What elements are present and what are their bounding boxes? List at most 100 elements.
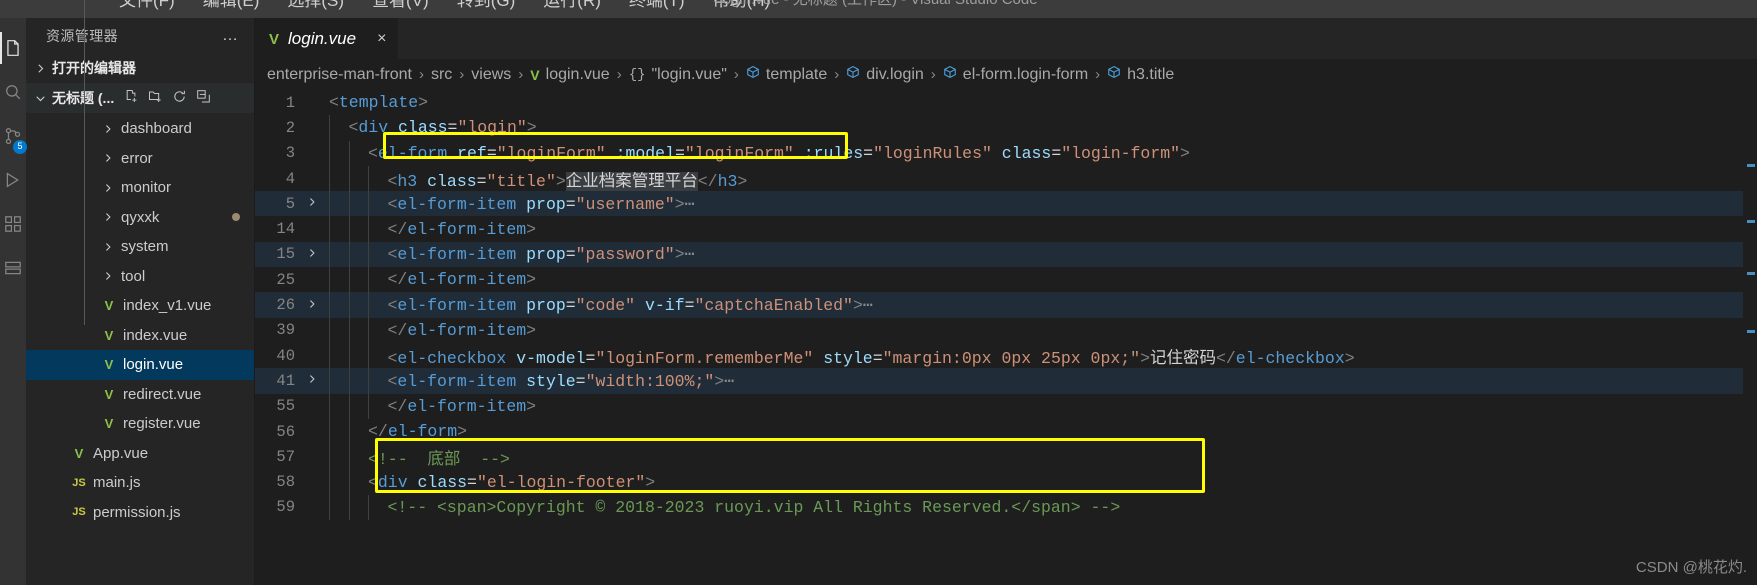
code-line[interactable]: 4 <h3 class="title">企业档案管理平台</h3>: [255, 165, 1743, 192]
activity-extensions[interactable]: [0, 202, 26, 246]
code-line[interactable]: 40 <el-checkbox v-model="loginForm.rememb…: [255, 342, 1743, 369]
tree-item[interactable]: Vredirect.vue: [26, 380, 254, 410]
menu-go[interactable]: 转到(G): [443, 0, 530, 9]
breadcrumb-item[interactable]: src: [431, 66, 452, 84]
code-token-punct: </: [387, 396, 408, 416]
editor-scrollbar[interactable]: [1743, 90, 1757, 585]
tab-login-vue[interactable]: V login.vue ×: [255, 18, 399, 59]
activity-remote-explorer[interactable]: [0, 246, 26, 290]
tree-item[interactable]: Vindex_v1.vue: [26, 291, 254, 321]
tree-item[interactable]: Vindex.vue: [26, 321, 254, 351]
close-icon[interactable]: ×: [377, 30, 386, 48]
breadcrumb-item[interactable]: h3.title: [1107, 65, 1174, 84]
code-line[interactable]: 56 </el-form>: [255, 418, 1743, 445]
code-token-punct: >: [1344, 348, 1355, 368]
code-token-attr: :model: [615, 143, 675, 163]
section-workspace[interactable]: 无标题 (...: [26, 83, 254, 113]
code-token-tag: el-form-item: [397, 296, 517, 316]
activity-explorer[interactable]: [0, 26, 26, 70]
tree-item[interactable]: Vlogin.vue: [26, 350, 254, 380]
refresh-icon[interactable]: [172, 89, 187, 107]
activity-source-control[interactable]: 5: [0, 114, 27, 158]
indent-guide: [329, 241, 330, 268]
code-token-punct: >: [1180, 143, 1190, 163]
tree-item-label: permission.js: [93, 503, 181, 521]
code-editor[interactable]: 1 <template> 2 <div class="login"> 3 <el-form…: [255, 90, 1757, 585]
code-line[interactable]: 59 <!-- <span>Copyright © 2018-2023 ruoyi…: [255, 494, 1743, 521]
tree-item[interactable]: tool: [26, 262, 254, 292]
breadcrumb-separator: ›: [1095, 66, 1101, 83]
code-line[interactable]: 39 </el-form-item>: [255, 317, 1743, 343]
open-editors-label: 打开的编辑器: [52, 60, 136, 76]
code-line[interactable]: 26 <el-form-item prop="code" v-if="captch…: [255, 292, 1743, 318]
breadcrumb-item[interactable]: views: [471, 66, 511, 84]
code-text: <div class="el-login-footer">: [323, 473, 655, 492]
new-folder-icon[interactable]: [148, 89, 163, 107]
code-line[interactable]: 3 <el-form ref="loginForm" :model="loginF…: [255, 140, 1743, 166]
explorer-more-icon[interactable]: …: [222, 27, 240, 43]
menu-edit[interactable]: 编辑(E): [189, 0, 274, 9]
tree-item[interactable]: JS permission.js: [26, 498, 254, 528]
code-line[interactable]: 41 <el-form-item style="width:100%;">⋯: [255, 368, 1743, 394]
menu-file[interactable]: 文件(F): [105, 0, 189, 9]
tree-item-label: error: [121, 149, 153, 167]
menu-select[interactable]: 选择(S): [273, 0, 358, 9]
breadcrumb-item[interactable]: el-form.login-form: [943, 65, 1088, 84]
indent-guide: [329, 216, 330, 242]
tree-item[interactable]: dashboard: [26, 114, 254, 144]
menu-view[interactable]: 查看(V): [358, 0, 443, 9]
code-line[interactable]: 2 <div class="login">: [255, 115, 1743, 141]
vue-icon: V: [269, 30, 280, 48]
fold-chevron-icon[interactable]: [301, 298, 323, 313]
breadcrumb-item[interactable]: Vlogin.vue: [530, 66, 609, 84]
menu-run[interactable]: 运行(R): [529, 0, 615, 9]
code-token-eq: =: [476, 171, 487, 191]
code-line[interactable]: 15 <el-form-item prop="password">⋯: [255, 241, 1743, 268]
code-line[interactable]: 57 <!-- 底部 -->: [255, 444, 1743, 470]
fold-chevron-icon[interactable]: [301, 373, 323, 388]
tree-item[interactable]: error: [26, 144, 254, 174]
line-number: 15: [276, 245, 295, 264]
fold-chevron-icon[interactable]: [301, 247, 323, 262]
code-token-punct: >: [457, 422, 468, 441]
breadcrumb-separator: ›: [418, 66, 424, 83]
menu-terminal[interactable]: 终端(T): [615, 0, 699, 9]
tree-item[interactable]: qyxxk: [26, 203, 254, 233]
new-file-icon[interactable]: [124, 89, 139, 107]
window-title: login.vue - 无标题 (工作区) - Visual Studio Co…: [719, 0, 1037, 8]
code-line[interactable]: 1 <template>: [255, 90, 1743, 115]
tree-item[interactable]: V App.vue: [26, 439, 254, 469]
indent-guide: [348, 342, 350, 369]
line-number: 26: [276, 296, 295, 315]
code-token-punct: </: [368, 422, 388, 441]
code-token-punct: <: [368, 143, 378, 163]
activity-run-debug[interactable]: [0, 158, 26, 202]
code-line[interactable]: 58 <div class="el-login-footer">: [255, 469, 1743, 495]
code-line[interactable]: 5 <el-form-item prop="username">⋯: [255, 191, 1743, 217]
code-line[interactable]: 14 </el-form-item>: [255, 216, 1743, 242]
code-line[interactable]: 55 </el-form-item>: [255, 393, 1743, 419]
tree-item[interactable]: monitor: [26, 173, 254, 203]
tree-item[interactable]: JS main.js: [26, 468, 254, 498]
explorer-sidebar: 资源管理器 … 打开的编辑器 无标题 (... dashboard error …: [26, 0, 255, 585]
modified-indicator: [232, 213, 240, 222]
code-lines[interactable]: 1 <template> 2 <div class="login"> 3 <el-form…: [255, 90, 1743, 585]
breadcrumb-item[interactable]: {} "login.vue": [629, 66, 727, 84]
code-line[interactable]: 25 </el-form-item>: [255, 267, 1743, 293]
indent-guide: [348, 191, 350, 217]
breadcrumb-item[interactable]: enterprise-man-front: [267, 66, 412, 84]
code-token-tag: el-form-item: [407, 396, 527, 416]
section-open-editors[interactable]: 打开的编辑器: [26, 53, 254, 83]
activity-search[interactable]: [0, 70, 26, 114]
breadcrumb-item[interactable]: template: [746, 65, 827, 84]
tree-item[interactable]: Vregister.vue: [26, 409, 254, 439]
breadcrumb-item[interactable]: div.login: [846, 65, 924, 84]
tree-item-label: index.vue: [123, 326, 188, 344]
editor-group: V login.vue × enterprise-man-front › src › v…: [255, 18, 1757, 585]
tree-item[interactable]: system: [26, 232, 254, 262]
fold-chevron-icon[interactable]: [301, 196, 323, 211]
menu-bar: 文件(F) 编辑(E) 选择(S) 查看(V) 转到(G) 运行(R) 终端(T…: [0, 0, 1757, 18]
collapse-all-icon[interactable]: [196, 89, 211, 107]
